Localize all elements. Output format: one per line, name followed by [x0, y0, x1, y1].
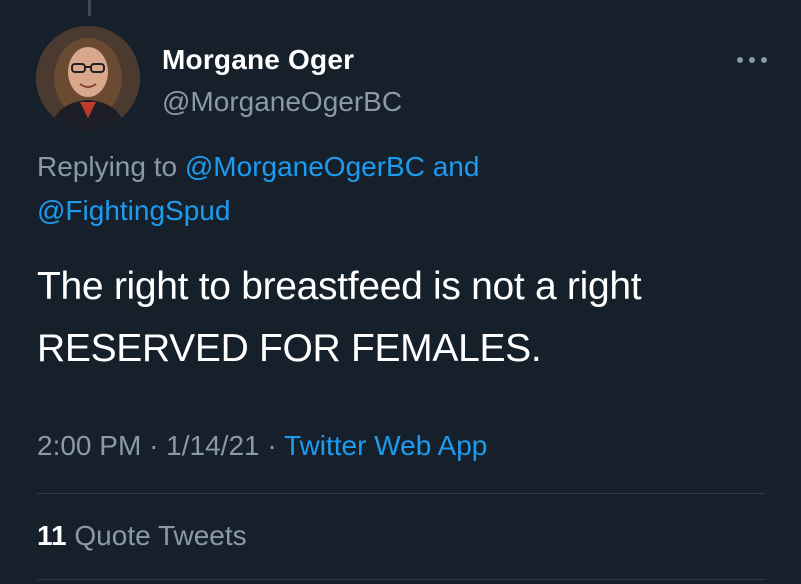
tweet-date[interactable]: 1/14/21 — [166, 430, 259, 461]
replying-to-line-2: @FightingSpud — [37, 195, 230, 227]
tweet-meta: 2:00 PM · 1/14/21 · Twitter Web App — [37, 430, 487, 462]
tweet-source-link[interactable]: Twitter Web App — [284, 430, 487, 461]
tweet-text: The right to breastfeed is not a right R… — [37, 256, 777, 380]
tweet-time[interactable]: 2:00 PM — [37, 430, 141, 461]
thread-connector-line — [88, 0, 91, 16]
reply-mention-link-2[interactable]: @FightingSpud — [37, 195, 230, 226]
quote-tweets-label: Quote Tweets — [74, 520, 247, 551]
avatar-image — [36, 26, 140, 130]
divider — [37, 493, 765, 494]
avatar[interactable] — [36, 26, 140, 130]
quote-tweets-stat[interactable]: 11 Quote Tweets — [37, 520, 247, 552]
quote-tweets-count: 11 — [37, 520, 67, 551]
divider-bottom — [37, 579, 765, 580]
replying-to-prefix: Replying to — [37, 151, 178, 182]
replying-to-line: Replying to @MorganeOgerBC and — [37, 151, 479, 183]
reply-mention-link[interactable]: @MorganeOgerBC — [185, 151, 425, 182]
tweet-detail-screen: Morgane Oger @MorganeOgerBC Replying to … — [0, 0, 801, 584]
meta-separator-2: · — [267, 430, 277, 461]
tweet-text-line-2: RESERVED FOR FEMALES. — [37, 327, 542, 370]
tweet-text-line-1: The right to breastfeed is not a right — [37, 265, 642, 308]
meta-separator: · — [149, 430, 159, 461]
author-name[interactable]: Morgane Oger — [162, 44, 354, 76]
author-handle[interactable]: @MorganeOgerBC — [162, 86, 402, 118]
reply-conjunction: and — [432, 151, 480, 182]
more-dots-icon[interactable] — [732, 48, 772, 72]
